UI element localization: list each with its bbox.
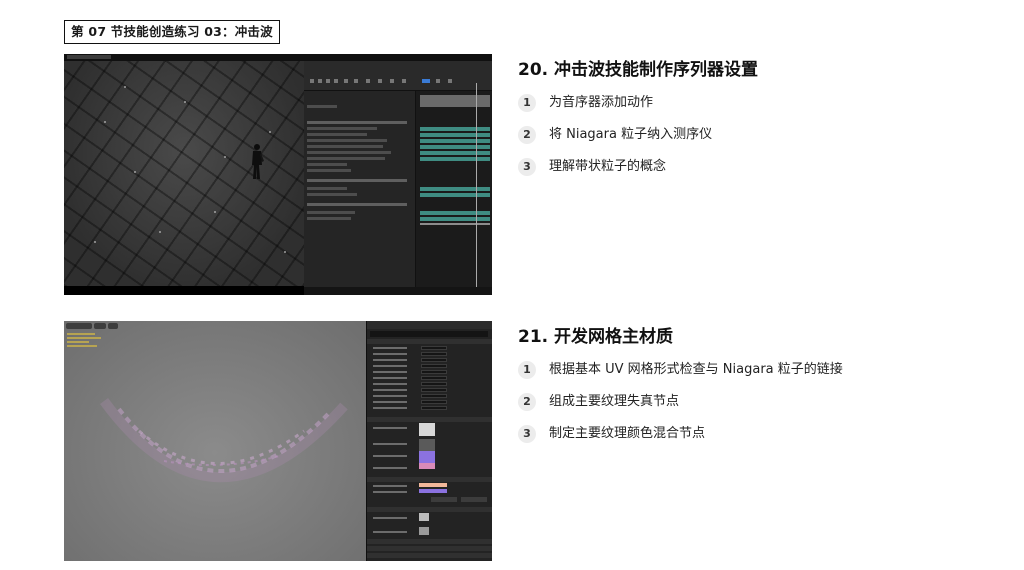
lesson-item: 3 理解带状粒子的概念 [518,156,998,178]
lesson-item: 2 组成主要纹理失真节点 [518,391,998,413]
playhead [476,83,477,289]
section-title: 20. 冲击波技能制作序列器设置 [518,60,759,80]
sequencer-toolbar [304,61,492,91]
item-number-badge: 1 [518,94,536,112]
sequencer-panel [304,61,492,295]
item-text: 组成主要纹理失真节点 [549,394,680,409]
material-details-panel [366,321,492,561]
item-number-badge: 3 [518,158,536,176]
track-tree [304,91,416,287]
lesson-item: 1 为音序器添加动作 [518,92,998,114]
item-number-badge: 2 [518,126,536,144]
viewport-bottom-bar [64,286,304,295]
sequencer-status-bar [304,287,492,295]
sequencer-screenshot [64,54,492,295]
material-preview-viewport [64,321,366,561]
lesson-section-20: 20. 冲击波技能制作序列器设置 1 为音序器添加动作 2 将 Niagara … [518,58,998,178]
item-text: 制定主要纹理颜色混合节点 [549,426,706,441]
item-number-badge: 2 [518,393,536,411]
shockwave-mesh [99,398,348,483]
editor-title-bar [64,54,492,61]
lesson-section-21: 21. 开发网格主材质 1 根据基本 UV 网格形式检查与 Niagara 粒子… [518,325,998,445]
character-figure [252,144,264,179]
lesson-item: 3 制定主要纹理颜色混合节点 [518,423,998,445]
timeline-tracks [416,91,492,287]
material-screenshot [64,321,492,561]
item-number-badge: 3 [518,425,536,443]
section-title: 21. 开发网格主材质 [518,327,674,347]
item-text: 为音序器添加动作 [549,95,654,110]
item-number-badge: 1 [518,361,536,379]
level-viewport [64,61,304,286]
item-text: 根据基本 UV 网格形式检查与 Niagara 粒子的链接 [549,362,843,377]
item-text: 将 Niagara 粒子纳入测序仪 [549,127,713,142]
lesson-item: 2 将 Niagara 粒子纳入测序仪 [518,124,998,146]
chapter-tag: 第 07 节技能创造练习 03：冲击波 [64,20,280,44]
item-text: 理解带状粒子的概念 [549,159,667,174]
lesson-item: 1 根据基本 UV 网格形式检查与 Niagara 粒子的链接 [518,359,998,381]
